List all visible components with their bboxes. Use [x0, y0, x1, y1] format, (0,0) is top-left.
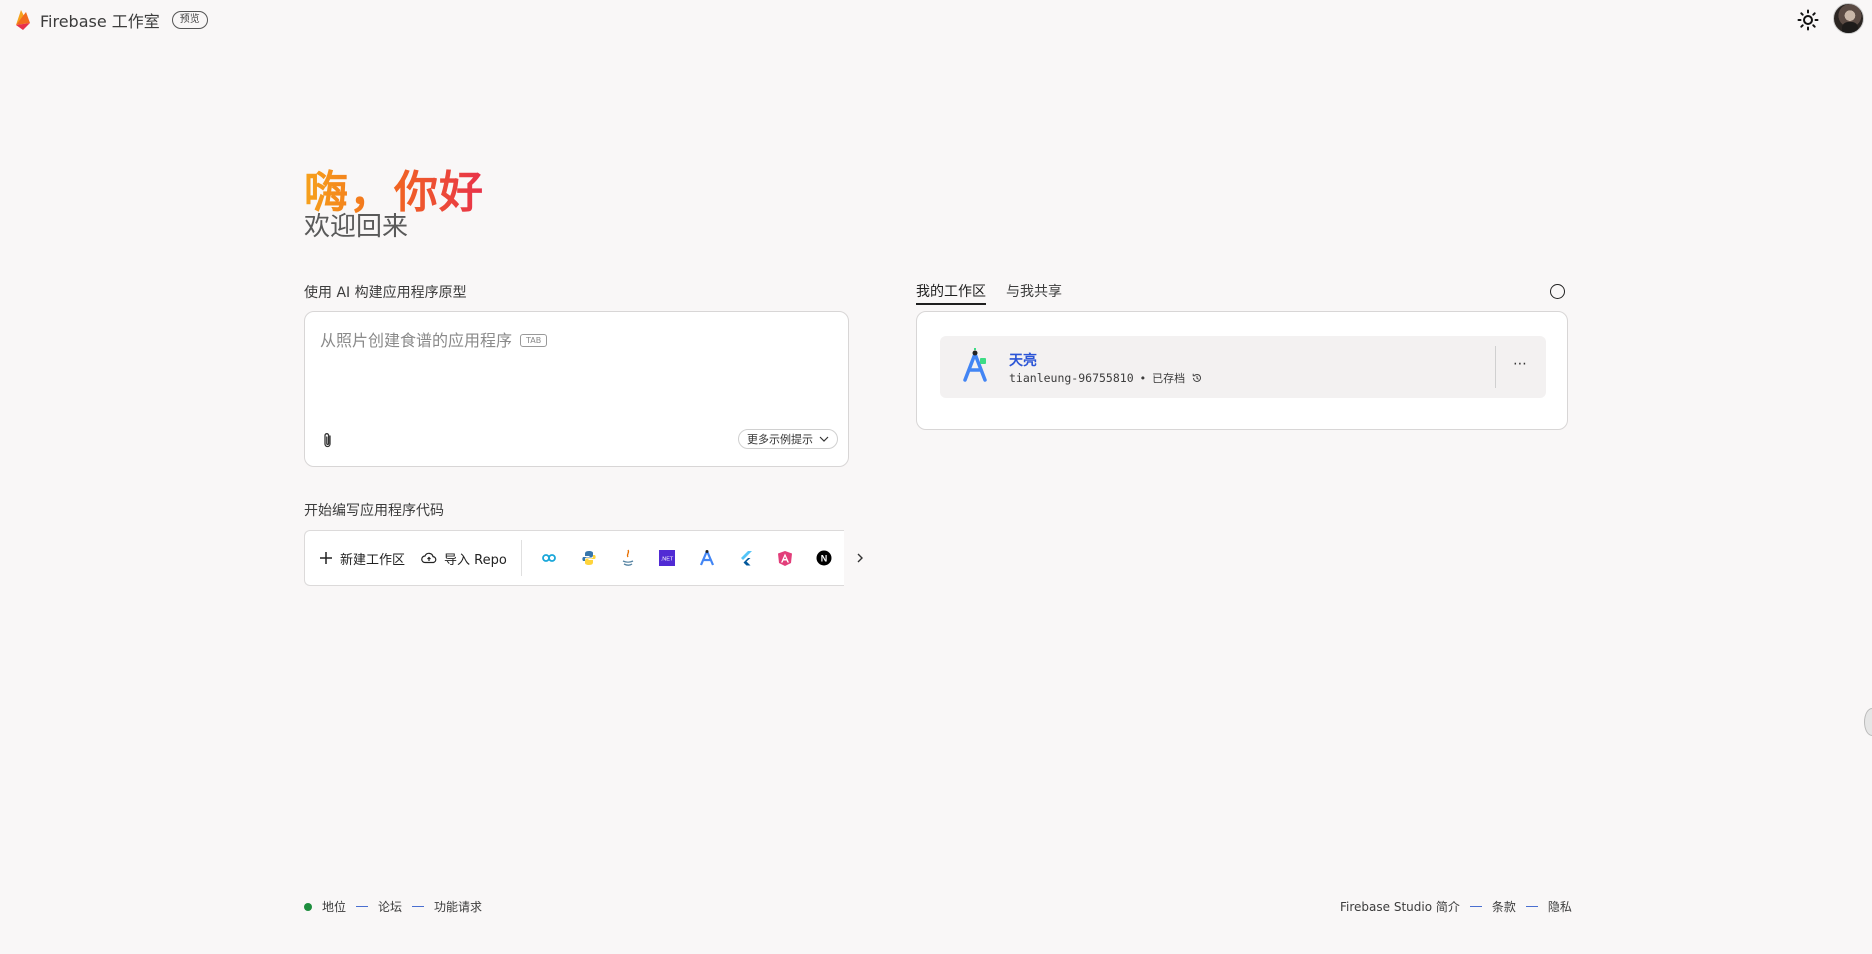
android-studio-icon[interactable] — [697, 548, 716, 568]
import-repo-button[interactable]: 导入 Repo — [413, 540, 515, 576]
go-icon[interactable] — [540, 548, 559, 568]
chevron-right-icon[interactable] — [852, 548, 868, 568]
footer-link-feature-request[interactable]: 功能请求 — [434, 898, 482, 915]
tab-hint-badge: TAB — [520, 334, 548, 347]
more-examples-label: 更多示例提示 — [747, 433, 813, 446]
footer-right: Firebase Studio 简介 条款 隐私 — [1340, 898, 1572, 915]
footer-link-forum[interactable]: 论坛 — [378, 898, 402, 915]
footer-left: 地位 论坛 功能请求 — [304, 898, 482, 915]
workspace-card-divider — [1495, 346, 1496, 388]
flutter-icon[interactable] — [736, 548, 755, 568]
tab-my-workspaces[interactable]: 我的工作区 — [916, 281, 986, 305]
code-section-label: 开始编写应用程序代码 — [304, 503, 444, 519]
more-options-icon[interactable]: ⋯ — [1513, 356, 1528, 372]
chevron-down-icon — [819, 436, 829, 442]
footer-divider — [412, 906, 425, 907]
prompt-placeholder-text: 从照片创建食谱的应用程序 — [320, 331, 513, 350]
footer-link-terms[interactable]: 条款 — [1492, 898, 1516, 915]
dotnet-label: .NET — [661, 557, 674, 563]
footer-divider — [1469, 906, 1482, 907]
workspace-tabs: 我的工作区 与我共享 — [916, 281, 1062, 305]
meta-separator: • — [1139, 371, 1147, 385]
more-examples-button[interactable]: 更多示例提示 — [738, 429, 838, 449]
app-name: Firebase 工作室 — [40, 12, 160, 31]
prompt-input[interactable]: 从照片创建食谱的应用程序 TAB 更多示例提示 — [304, 311, 849, 467]
toolbar-divider — [520, 540, 522, 576]
python-icon[interactable] — [579, 548, 598, 568]
workspace-status: 已存档 — [1152, 372, 1186, 385]
tab-shared-with-me[interactable]: 与我共享 — [1006, 281, 1062, 305]
loading-spinner-icon — [1550, 284, 1565, 299]
workspace-panel: 天亮 tianleung-96755810 • 已存档 ⋯ — [916, 311, 1568, 430]
new-workspace-button[interactable]: 新建工作区 — [311, 540, 413, 576]
nextjs-label: N — [821, 554, 828, 564]
paperclip-icon[interactable] — [321, 432, 335, 450]
cloud-upload-icon — [421, 552, 437, 564]
greeting-subtitle: 欢迎回来 — [304, 212, 409, 242]
prompt-placeholder: 从照片创建食谱的应用程序 TAB — [320, 327, 548, 351]
footer-link-about[interactable]: Firebase Studio 简介 — [1340, 898, 1460, 915]
preview-badge: 预览 — [171, 11, 208, 29]
new-workspace-label: 新建工作区 — [340, 552, 406, 568]
side-panel-handle[interactable] — [1864, 708, 1872, 736]
footer-divider — [1525, 906, 1538, 907]
top-bar: Firebase 工作室 预览 — [0, 0, 1872, 40]
workspace-meta: tianleung-96755810 • 已存档 — [1009, 370, 1203, 386]
firebase-logo-icon — [16, 10, 30, 30]
android-studio-icon — [963, 348, 987, 382]
angular-icon[interactable] — [775, 548, 794, 568]
user-avatar[interactable] — [1833, 3, 1864, 34]
sun-icon[interactable] — [1797, 9, 1819, 31]
history-icon — [1192, 373, 1202, 382]
brand[interactable]: Firebase 工作室 预览 — [14, 8, 208, 32]
plus-icon — [320, 552, 332, 564]
prototype-section-label: 使用 AI 构建应用程序原型 — [304, 285, 467, 301]
nextjs-icon[interactable]: N — [815, 548, 834, 568]
workspace-id: tianleung-96755810 — [1009, 371, 1134, 385]
footer-link-privacy[interactable]: 隐私 — [1548, 898, 1572, 915]
footer-divider — [356, 906, 369, 907]
status-dot-icon — [304, 902, 312, 911]
workspace-name[interactable]: 天亮 — [1009, 350, 1037, 370]
dotnet-icon[interactable]: .NET — [658, 548, 677, 568]
java-icon[interactable] — [618, 548, 637, 568]
import-repo-label: 导入 Repo — [444, 552, 507, 568]
workspace-card[interactable]: 天亮 tianleung-96755810 • 已存档 ⋯ — [940, 336, 1546, 398]
footer-link-status[interactable]: 地位 — [322, 898, 346, 915]
code-toolbar: 新建工作区 导入 Repo .NET N — [304, 530, 844, 586]
